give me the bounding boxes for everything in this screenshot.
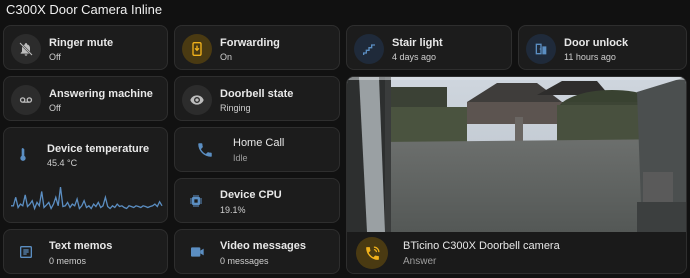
text-memos-state: 0 memos [49,256,87,266]
camera-state: Answer [403,256,437,267]
video-icon [189,244,205,260]
answering-machine-name: Answering machine [49,88,153,100]
temperature-sparkline [11,187,163,211]
bell-off-icon [11,34,41,64]
home-call-state: Idle [233,153,248,163]
forward-phone-icon [182,34,212,64]
cpu-icon [188,193,204,209]
stair-light-state: 4 days ago [392,52,437,62]
forwarding-state: On [220,52,233,62]
door-unlock-state: 11 hours ago [564,52,616,62]
home-call-tile[interactable]: Home Call Idle [174,127,340,172]
doorbell-state-name: Doorbell state [220,88,294,100]
camera-name: BTicino C300X Doorbell camera [403,240,560,252]
voicemail-icon [11,85,41,115]
door-unlock-tile[interactable]: Door unlock 11 hours ago [518,25,687,70]
thermometer-icon [15,145,31,163]
stair-light-name: Stair light [392,37,443,49]
page-title: C300X Door Camera Inline [6,2,163,17]
ringer-mute-name: Ringer mute [49,37,114,49]
video-messages-tile[interactable]: Video messages 0 messages [174,229,340,274]
forwarding-name: Forwarding [220,37,280,49]
device-temperature-name: Device temperature [47,143,150,155]
device-cpu-name: Device CPU [220,189,282,201]
video-messages-name: Video messages [220,240,307,252]
doorbell-state-state: Ringing [220,103,251,113]
device-cpu-state: 19.1% [220,205,246,215]
door-icon [526,34,556,64]
device-temperature-tile[interactable]: Device temperature 45.4 °C [3,127,168,223]
door-unlock-name: Door unlock [564,37,629,49]
answering-machine-tile[interactable]: Answering machine Off [3,76,168,121]
temperature-sparkline-line [11,187,163,211]
phone-icon [196,141,214,159]
answering-machine-state: Off [49,103,61,113]
ringer-mute-state: Off [49,52,61,62]
phone-ring-icon[interactable] [356,237,388,269]
camera-feed-image[interactable] [347,77,686,232]
ringer-mute-tile[interactable]: Ringer mute Off [3,25,168,70]
device-temperature-state: 45.4 °C [47,158,78,168]
memo-icon [18,244,34,260]
video-messages-state: 0 messages [220,256,269,266]
camera-footer: BTicino C300X Doorbell camera Answer [347,232,686,273]
stair-light-tile[interactable]: Stair light 4 days ago [346,25,512,70]
forwarding-tile[interactable]: Forwarding On [174,25,340,70]
doorbell-state-tile[interactable]: Doorbell state Ringing [174,76,340,121]
device-cpu-tile[interactable]: Device CPU 19.1% [174,178,340,223]
stairs-icon [354,34,384,64]
camera-tile[interactable]: BTicino C300X Doorbell camera Answer [346,76,687,274]
text-memos-name: Text memos [49,240,113,252]
home-call-name: Home Call [233,137,285,149]
eye-icon [182,85,212,115]
text-memos-tile[interactable]: Text memos 0 memos [3,229,168,274]
